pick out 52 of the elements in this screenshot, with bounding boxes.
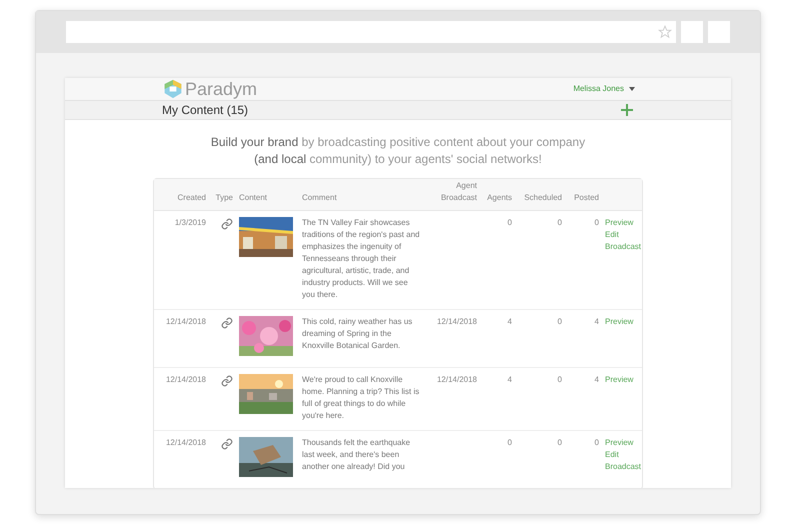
posted-count: 4: [594, 375, 599, 384]
address-bar[interactable]: [66, 21, 676, 43]
created-date: 12/14/2018: [164, 374, 206, 386]
posted-count: 0: [594, 438, 599, 447]
add-icon[interactable]: [621, 104, 633, 116]
action-link[interactable]: Preview: [605, 316, 634, 328]
column-header: Content: [238, 192, 268, 204]
column-header: Agent Broadcast: [440, 180, 477, 204]
comment-text: This cold, rainy weather has us dreaming of Spring in the Knoxville Botanical Garden.: [301, 316, 414, 352]
column-header: Agents: [486, 192, 512, 204]
action-link[interactable]: Preview: [605, 437, 642, 449]
column-header: Scheduled: [523, 192, 562, 204]
created-date: 1/3/2019: [174, 217, 206, 229]
scheduled-count: 0: [558, 438, 562, 447]
link-icon: [221, 317, 233, 329]
section-title: My Content (15): [162, 102, 248, 119]
agents-count: 4: [508, 375, 512, 384]
comment-text: The TN Valley Fair showcases traditions of the region's past and emphasizes the ingenuity of Tennesseans through their agricultural, artistic, trade, and industry products. Will we see you there.: [301, 217, 420, 301]
intro-text: Build your brand by broadcasting positive content about your company (and local community) to your agents' social networks!: [210, 134, 586, 168]
scheduled-count: 0: [558, 218, 562, 227]
link-icon: [221, 218, 233, 230]
action-link[interactable]: Edit: [605, 449, 642, 461]
posted-count: 4: [594, 317, 599, 326]
star-icon[interactable]: [658, 25, 672, 39]
action-link[interactable]: Broadcast: [605, 241, 642, 253]
action-link[interactable]: Edit: [605, 229, 642, 241]
scheduled-count: 0: [558, 317, 562, 326]
created-date: 12/14/2018: [164, 316, 206, 328]
column-header: Comment: [301, 192, 338, 204]
agents-count: 0: [508, 438, 512, 447]
link-icon: [221, 438, 233, 450]
column-header: Type: [214, 192, 233, 204]
comment-text: Thousands felt the earthquake last week, and there's been another one already! Did you: [301, 437, 412, 473]
column-header: Created: [176, 192, 206, 204]
broadcast-date: 12/14/2018: [436, 375, 477, 384]
toolbar-button[interactable]: [708, 21, 730, 43]
brand-name: Paradym: [185, 80, 258, 98]
comment-text: We're proud to call Knoxville home. Planning a trip? This list is full of great things to do while you're here.: [301, 374, 420, 422]
column-header: Posted: [573, 192, 599, 204]
caret-icon: [629, 87, 635, 91]
scheduled-count: 0: [558, 375, 562, 384]
action-link[interactable]: Preview: [605, 217, 642, 229]
action-link[interactable]: Broadcast: [605, 461, 642, 473]
agents-count: 4: [508, 317, 512, 326]
posted-count: 0: [594, 218, 599, 227]
toolbar-button[interactable]: [681, 21, 704, 43]
broadcast-date: 12/14/2018: [436, 317, 477, 326]
action-link[interactable]: Preview: [605, 374, 634, 386]
agents-count: 0: [508, 218, 512, 227]
user-menu[interactable]: Melissa Jones: [573, 83, 635, 95]
link-icon: [221, 375, 233, 387]
created-date: 12/14/2018: [164, 437, 206, 449]
